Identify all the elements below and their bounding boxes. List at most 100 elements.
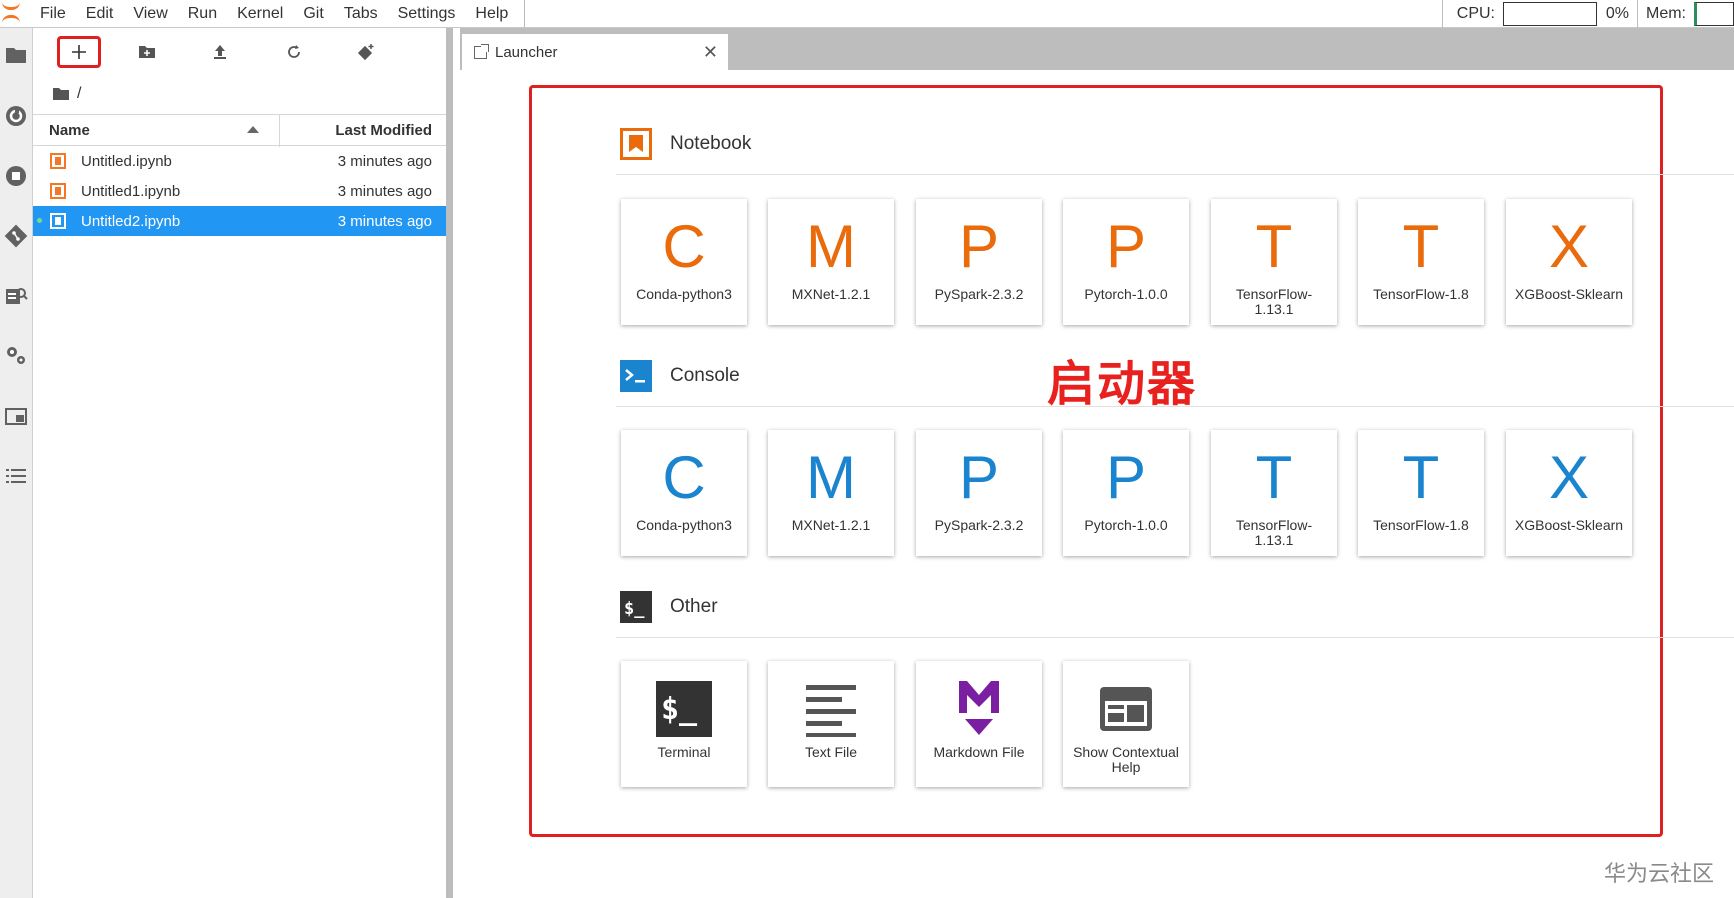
mem-label: Mem: <box>1646 5 1686 22</box>
breadcrumb-root[interactable]: / <box>77 85 81 103</box>
notebook-card[interactable]: X XGBoost-Sklearn <box>1506 199 1632 325</box>
terminal-card[interactable]: $_ Terminal <box>621 661 747 787</box>
section-title: Notebook <box>670 133 752 154</box>
refresh-button[interactable] <box>272 36 316 68</box>
new-folder-button[interactable] <box>125 36 169 68</box>
upload-button[interactable] <box>198 36 242 68</box>
card-label: TensorFlow-1.13.1 <box>1235 286 1313 317</box>
stop-icon[interactable] <box>2 162 30 190</box>
kernel-letter: T <box>1255 444 1293 511</box>
console-card[interactable]: C Conda-python3 <box>621 430 747 556</box>
file-list-header: Name Last Modified <box>33 114 446 147</box>
console-card[interactable]: T TensorFlow-1.13.1 <box>1211 430 1337 556</box>
console-icon <box>620 360 652 392</box>
file-row-selected[interactable]: Untitled2.ipynb 3 minutes ago <box>33 206 446 236</box>
menu-settings[interactable]: Settings <box>388 0 466 28</box>
console-card[interactable]: P PySpark-2.3.2 <box>916 430 1042 556</box>
file-row[interactable]: Untitled.ipynb 3 minutes ago <box>33 146 446 176</box>
console-card[interactable]: T TensorFlow-1.8 <box>1358 430 1484 556</box>
column-modified-header[interactable]: Last Modified <box>335 122 432 139</box>
running-icon[interactable] <box>2 102 30 130</box>
notebook-icon <box>620 128 652 160</box>
notebook-card[interactable]: T TensorFlow-1.13.1 <box>1211 199 1337 325</box>
kernel-letter: T <box>1402 444 1440 511</box>
sort-ascending-icon[interactable] <box>247 126 259 133</box>
refresh-icon <box>288 45 300 58</box>
kernel-letter: T <box>1402 213 1440 280</box>
file-modified: 3 minutes ago <box>337 152 432 170</box>
notebook-card[interactable]: M MXNet-1.2.1 <box>768 199 894 325</box>
file-row[interactable]: Untitled1.ipynb 3 minutes ago <box>33 176 446 206</box>
kernel-letter: M <box>806 213 856 280</box>
card-label: XGBoost-Sklearn <box>1514 286 1624 302</box>
column-name-header[interactable]: Name <box>49 122 90 139</box>
notebook-card[interactable]: P PySpark-2.3.2 <box>916 199 1042 325</box>
kernel-letter: P <box>958 444 1000 511</box>
card-label: Terminal <box>657 744 711 760</box>
kernel-letter: P <box>1105 444 1147 511</box>
settings-icon[interactable] <box>2 342 30 370</box>
card-label: Show Contextual Help <box>1073 744 1179 775</box>
menubar: File Edit View Run Kernel Git Tabs Setti… <box>0 0 1734 28</box>
column-divider[interactable] <box>279 115 280 147</box>
card-label: Text File <box>804 744 858 760</box>
notebook-section-header: Notebook <box>620 126 751 162</box>
menu-kernel[interactable]: Kernel <box>227 0 293 28</box>
file-name: Untitled1.ipynb <box>81 182 181 200</box>
card-label: Markdown File <box>933 744 1025 760</box>
terminal-icon: $_ <box>621 673 747 745</box>
console-card[interactable]: X XGBoost-Sklearn <box>1506 430 1632 556</box>
notebook-card[interactable]: C Conda-python3 <box>621 199 747 325</box>
menu-help[interactable]: Help <box>465 0 518 28</box>
menu-git[interactable]: Git <box>293 0 333 28</box>
watermark: 华为云社区 <box>1603 862 1714 887</box>
git-icon[interactable] <box>2 222 30 250</box>
menu-tabs[interactable]: Tabs <box>334 0 388 28</box>
launcher-tab-icon <box>474 43 489 59</box>
text-file-card[interactable]: Text File <box>768 661 894 787</box>
file-name: Untitled.ipynb <box>81 152 172 170</box>
cpu-usage-bar <box>1503 2 1597 26</box>
toc-icon[interactable] <box>2 462 30 490</box>
new-launcher-icon <box>72 45 86 59</box>
git-clone-button[interactable] <box>344 36 388 68</box>
tab-label: Launcher <box>495 43 558 61</box>
console-card[interactable]: P Pytorch-1.0.0 <box>1063 430 1189 556</box>
resource-usage: CPU: 0% Mem: <box>1441 0 1734 28</box>
svg-text:$_: $_ <box>624 599 645 619</box>
file-browser-panel: / Name Last Modified Untitled.ipynb 3 mi… <box>33 28 453 898</box>
console-section-header: Console <box>620 358 740 394</box>
card-label: XGBoost-Sklearn <box>1514 517 1624 533</box>
launcher-annotation: 启动器 <box>1047 356 1198 412</box>
other-section-header: $_ Other <box>620 589 718 625</box>
file-modified: 3 minutes ago <box>337 182 432 200</box>
notebook-card[interactable]: T TensorFlow-1.8 <box>1358 199 1484 325</box>
folder-icon[interactable] <box>2 41 30 69</box>
close-icon[interactable]: ✕ <box>703 43 718 61</box>
tabs-icon[interactable] <box>2 402 30 430</box>
breadcrumb[interactable]: / <box>33 74 446 114</box>
notebook-card[interactable]: P Pytorch-1.0.0 <box>1063 199 1189 325</box>
upload-icon <box>214 45 226 59</box>
markdown-card[interactable]: Markdown File <box>916 661 1042 787</box>
new-launcher-button[interactable] <box>57 36 101 68</box>
kernel-letter: C <box>662 213 706 280</box>
menu-edit[interactable]: Edit <box>76 0 124 28</box>
mem-usage-bar <box>1694 2 1734 26</box>
contextual-help-card[interactable]: Show Contextual Help <box>1063 661 1189 787</box>
commands-icon[interactable] <box>2 282 30 310</box>
card-label: MXNet-1.2.1 <box>791 286 871 302</box>
kernel-letter: C <box>662 444 706 511</box>
menu-run[interactable]: Run <box>178 0 227 28</box>
console-card[interactable]: M MXNet-1.2.1 <box>768 430 894 556</box>
svg-text:$_: $_ <box>661 692 698 727</box>
section-title: Console <box>670 365 740 386</box>
tab-launcher[interactable]: Launcher ✕ <box>462 34 728 70</box>
section-title: Other <box>670 596 718 617</box>
kernel-letter: X <box>1548 444 1590 511</box>
menu-view[interactable]: View <box>123 0 177 28</box>
menu-file[interactable]: File <box>26 0 76 28</box>
card-label: TensorFlow-1.13.1 <box>1235 517 1313 548</box>
section-divider <box>616 174 1734 175</box>
card-label: PySpark-2.3.2 <box>934 517 1024 533</box>
